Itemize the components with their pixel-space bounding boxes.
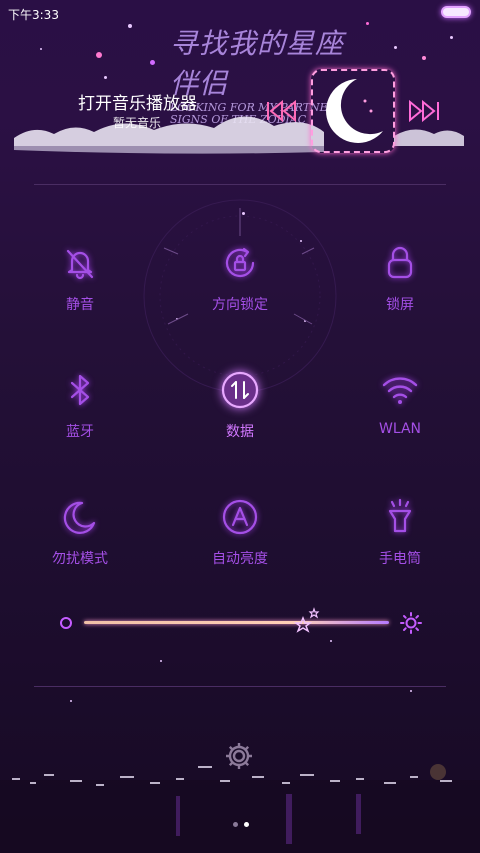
brightness-thumb[interactable] <box>293 606 323 636</box>
brightness-slider[interactable] <box>58 606 428 638</box>
toggle-do-not-disturb-label: 勿扰模式 <box>52 551 108 567</box>
city-skyline-decoration <box>0 764 480 853</box>
toggle-rotation-lock-label: 方向锁定 <box>212 297 268 313</box>
divider-bottom <box>34 686 446 687</box>
page-dot-2[interactable] <box>244 822 249 827</box>
bell-off-icon <box>66 249 94 280</box>
toggle-lock-screen[interactable]: 锁屏 <box>340 243 460 333</box>
toggle-mute-label: 静音 <box>66 297 94 313</box>
page-dot-1[interactable] <box>233 822 238 827</box>
album-art-button[interactable] <box>311 69 395 153</box>
lock-icon <box>387 246 413 279</box>
brightness-high-icon <box>400 612 422 634</box>
toggle-flashlight-label: 手电筒 <box>379 551 421 567</box>
page-indicator <box>230 812 252 831</box>
toggle-bluetooth[interactable]: 蓝牙 <box>20 370 140 460</box>
toggle-rotation-lock[interactable]: 方向锁定 <box>180 243 300 333</box>
rotation-lock-icon <box>225 247 255 278</box>
toggle-bluetooth-label: 蓝牙 <box>66 424 94 440</box>
music-player-title[interactable]: 打开音乐播放器 <box>78 89 197 114</box>
toggle-auto-brightness[interactable]: 自动亮度 <box>180 497 300 587</box>
toggle-flashlight[interactable]: 手电筒 <box>340 497 460 587</box>
toggle-wlan[interactable]: WLAN <box>340 370 460 460</box>
status-time: 下午3:33 <box>8 8 59 22</box>
mobile-data-icon <box>221 371 259 409</box>
flashlight-icon <box>388 498 412 533</box>
music-player-subtitle: 暂无音乐 <box>113 116 162 130</box>
toggle-mobile-data[interactable]: 数据 <box>180 370 300 460</box>
toggle-wlan-label: WLAN <box>378 421 421 437</box>
previous-track-button[interactable] <box>265 99 299 123</box>
next-track-button[interactable] <box>406 99 442 123</box>
wifi-icon <box>382 377 418 404</box>
auto-brightness-icon <box>222 499 258 535</box>
divider-top <box>34 184 446 185</box>
toggle-mute[interactable]: 静音 <box>20 243 140 333</box>
moon-icon <box>326 79 383 143</box>
bluetooth-icon <box>70 374 90 406</box>
battery-icon <box>441 6 471 18</box>
settings-gear-icon[interactable] <box>224 741 254 771</box>
brightness-track[interactable] <box>84 621 389 624</box>
toggle-mobile-data-label: 数据 <box>226 424 254 440</box>
toggle-auto-brightness-label: 自动亮度 <box>212 551 268 567</box>
moon-icon <box>63 501 96 534</box>
brightness-low-icon <box>60 617 72 629</box>
toggle-do-not-disturb[interactable]: 勿扰模式 <box>20 497 140 587</box>
toggle-lock-screen-label: 锁屏 <box>386 297 414 313</box>
